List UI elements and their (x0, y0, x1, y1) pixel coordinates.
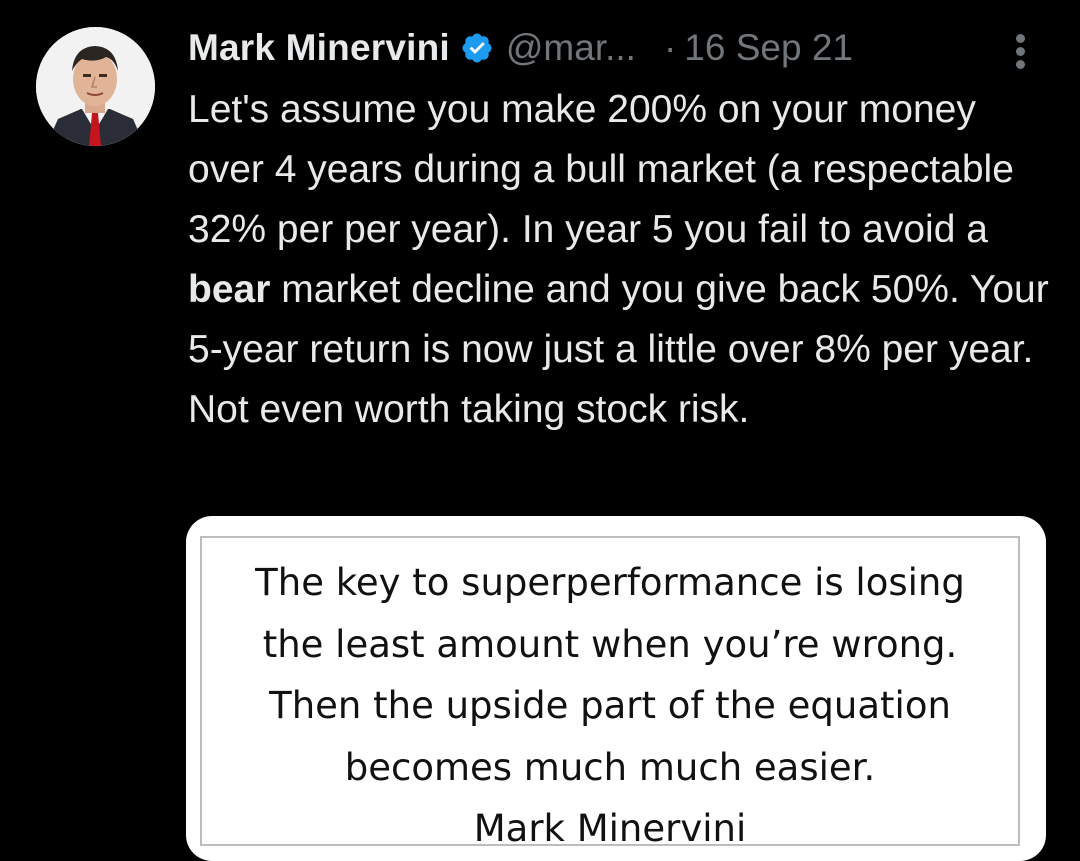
tweet-text-part-1: Let's assume you make 200% on your money… (188, 88, 1014, 251)
avatar[interactable] (36, 27, 155, 146)
quote-line: The key to superperformance is losing (255, 561, 965, 604)
tweet-header: Mark Minervini @mar... · 16 Sep 21 (188, 22, 1048, 74)
header-separator: · (663, 27, 677, 68)
quote-line: the least amount when you’re wrong. (262, 622, 958, 666)
quote-line: becomes much much easier. (344, 745, 876, 789)
tweet-text: Let's assume you make 200% on your money… (188, 80, 1058, 440)
avatar-portrait-icon (36, 27, 155, 146)
tweet-text-bold-word: bear (188, 268, 271, 311)
author-handle[interactable]: @mar... (506, 27, 636, 69)
tweet-text-part-2: market decline and you give back 50%. Yo… (188, 268, 1049, 431)
tweet: Mark Minervini @mar... · 16 Sep 21 Let's… (0, 0, 1080, 861)
verified-badge-icon (460, 31, 494, 65)
more-vertical-icon[interactable] (1010, 34, 1030, 72)
tweet-date[interactable]: 16 Sep 21 (684, 27, 853, 69)
tweet-image[interactable]: The key to superperformance is losing th… (186, 516, 1046, 861)
author-name[interactable]: Mark Minervini (188, 27, 450, 69)
quote-line: Then the upside part of the equation (269, 684, 951, 727)
quote-text: The key to superperformance is losing th… (202, 552, 1018, 860)
quote-frame: The key to superperformance is losing th… (200, 536, 1020, 850)
quote-author: Mark Minervini (473, 807, 747, 850)
